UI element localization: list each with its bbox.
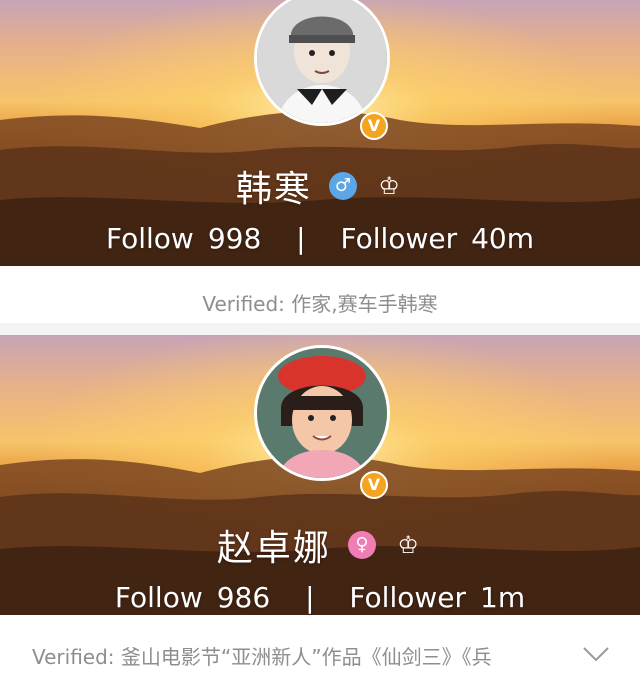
- crown-icon[interactable]: ♔: [374, 172, 404, 200]
- chevron-down-icon[interactable]: [582, 645, 610, 663]
- profile-name[interactable]: 赵卓娜: [217, 528, 331, 569]
- stats-separator: |: [296, 222, 306, 255]
- stats-row: Follow 998 | Follower 40m: [0, 222, 640, 255]
- stats-row: Follow 986 | Follower 1m: [0, 581, 640, 614]
- verified-description: Verified: 釜山电影节“亚洲新人”作品《仙剑三》《兵: [32, 645, 492, 669]
- female-icon: ♀: [348, 531, 376, 559]
- verified-description: Verified: 作家,赛车手韩寒: [202, 292, 438, 316]
- follower-stat[interactable]: Follower 40m: [341, 222, 534, 255]
- follower-stat[interactable]: Follower 1m: [349, 581, 525, 614]
- profile-card-2: V 赵卓娜 ♀ ♔ Follow 986 | Follower 1m Verifie…: [0, 335, 640, 679]
- follow-label: Follow: [114, 581, 203, 614]
- child-photo-avatar-icon: [257, 0, 387, 123]
- verified-badge-icon: V: [360, 112, 388, 140]
- crown-icon[interactable]: ♔: [393, 531, 423, 559]
- stats-separator: |: [305, 581, 315, 614]
- name-row: 赵卓娜 ♀ ♔: [0, 519, 640, 571]
- follow-stat[interactable]: Follow 998: [106, 222, 261, 255]
- child-photo-avatar-icon: [257, 348, 387, 478]
- avatar[interactable]: [254, 345, 390, 481]
- follower-label: Follower: [349, 581, 466, 614]
- section-divider: [0, 323, 640, 335]
- verified-badge-icon: V: [360, 471, 388, 499]
- name-row: 韩寒 ♂ ♔: [0, 160, 640, 212]
- follower-count: 40m: [471, 222, 534, 255]
- male-icon: ♂: [329, 172, 357, 200]
- profile-card-1: V 韩寒 ♂ ♔ Follow 998 | Follower 40m Verifie…: [0, 0, 640, 335]
- follow-count: 998: [207, 222, 262, 255]
- profile-name[interactable]: 韩寒: [236, 169, 312, 210]
- follower-label: Follower: [340, 222, 458, 255]
- follower-count: 1m: [480, 581, 526, 614]
- follow-label: Follow: [105, 222, 194, 255]
- follow-count: 986: [216, 581, 271, 614]
- follow-stat[interactable]: Follow 986: [115, 581, 270, 614]
